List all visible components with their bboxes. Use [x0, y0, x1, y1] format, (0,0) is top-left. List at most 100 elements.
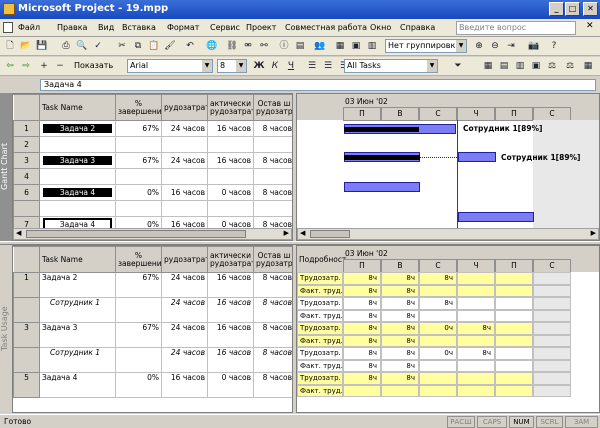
detail-cell[interactable]: 8ч	[381, 272, 419, 285]
help-search-input[interactable]: Введите вопрос	[456, 21, 576, 35]
chevron-down-icon[interactable]: ▼	[236, 60, 246, 72]
detail-cell[interactable]	[419, 359, 457, 372]
detail-cell[interactable]	[533, 334, 571, 347]
task-info-icon[interactable]: ⓘ	[278, 40, 290, 52]
actual-cell[interactable]: 16 часов	[207, 152, 254, 169]
col-task-name[interactable]: Task Name	[39, 94, 116, 121]
percent-cell[interactable]: 67%	[115, 152, 162, 169]
bold-button[interactable]: Ж	[253, 60, 265, 72]
percent-cell[interactable]: 67%	[115, 120, 162, 137]
close-doc-icon[interactable]: ✕	[586, 21, 594, 31]
scroll-thumb[interactable]	[310, 230, 350, 238]
detail-cell[interactable]	[533, 272, 571, 285]
show-menu-button[interactable]: Показать	[74, 61, 113, 70]
format-painter-icon[interactable]: 🖌	[164, 40, 176, 52]
save-icon[interactable]: 💾	[36, 40, 48, 52]
col-remaining[interactable]: Остав ш рудозатрат	[253, 246, 292, 273]
paste-icon[interactable]: 📋	[148, 40, 160, 52]
detail-cell[interactable]: 8ч	[457, 322, 495, 335]
undo-icon[interactable]: ↶	[184, 40, 196, 52]
entry-field[interactable]: Задача 4	[40, 79, 596, 91]
detail-cell[interactable]	[457, 384, 495, 397]
actual-cell[interactable]: 16 часов	[207, 322, 254, 348]
detail-cell[interactable]: 8ч	[343, 297, 381, 310]
detail-cell[interactable]	[495, 297, 533, 310]
detail-cell[interactable]	[533, 384, 571, 397]
work-cell[interactable]: 24 часов	[161, 152, 208, 169]
detail-cell[interactable]	[495, 334, 533, 347]
menu-file[interactable]: Файл	[18, 23, 40, 32]
resource-name-cell[interactable]: Сотрудник 1	[39, 297, 116, 323]
detail-cell[interactable]	[381, 384, 419, 397]
detail-cell[interactable]	[419, 309, 457, 322]
zoom-out-icon[interactable]: ⊖	[489, 40, 501, 52]
row-id[interactable]: 5	[13, 372, 40, 398]
cut-icon[interactable]: ✂	[116, 40, 128, 52]
align-center-icon[interactable]: ☰	[322, 60, 334, 72]
detail-cell[interactable]: 8ч	[381, 322, 419, 335]
chevron-down-icon[interactable]: ▼	[202, 60, 212, 72]
detail-cell[interactable]	[495, 322, 533, 335]
remaining-cell[interactable]: 8 часов	[253, 184, 292, 201]
tracking-icon-2[interactable]: ▥	[514, 60, 526, 72]
task-name-cell[interactable]: Задача 3	[39, 152, 116, 169]
zoom-in-icon[interactable]: ⊕	[473, 40, 485, 52]
preview-icon[interactable]: 🔍	[76, 40, 88, 52]
actual-cell[interactable]: 0 часов	[207, 372, 254, 398]
arrow-right-icon[interactable]: ⇨	[20, 60, 32, 72]
notes-icon[interactable]: ▤	[294, 40, 306, 52]
table-row[interactable]: 3 Задача 3 67% 24 часов 16 часов 8 часов	[13, 152, 292, 169]
detail-cell[interactable]: 8ч	[343, 272, 381, 285]
work-cell[interactable]	[161, 168, 208, 185]
link-icon[interactable]: ⛓	[226, 40, 238, 52]
detail-cell[interactable]	[457, 309, 495, 322]
work-cell[interactable]: 16 часов	[161, 372, 208, 398]
actual-cell[interactable]: 16 часов	[207, 272, 254, 298]
chevron-down-icon[interactable]: ▼	[427, 60, 437, 72]
work-cell[interactable]: 24 часов	[161, 272, 208, 298]
col-percent[interactable]: % завершения	[115, 94, 162, 121]
table-row[interactable]: 2	[13, 136, 292, 153]
detail-cell[interactable]	[533, 297, 571, 310]
actual-cell[interactable]	[207, 168, 254, 185]
task-name-cell[interactable]	[39, 200, 116, 217]
detail-cell[interactable]: 8ч	[381, 359, 419, 372]
split-icon[interactable]: ⚯	[258, 40, 270, 52]
detail-cell[interactable]	[457, 272, 495, 285]
minimize-button[interactable]: _	[549, 2, 564, 16]
actual-cell[interactable]: 16 часов	[207, 297, 254, 323]
actual-cell[interactable]: 0 часов	[207, 184, 254, 201]
assignment-row[interactable]: Сотрудник 1 24 часов 16 часов 8 часов	[13, 347, 292, 373]
detail-cell[interactable]: 8ч	[343, 334, 381, 347]
row-id[interactable]: 1	[13, 272, 40, 298]
chevron-down-icon[interactable]: ▼	[456, 40, 466, 52]
detail-cell[interactable]	[419, 284, 457, 297]
font-select[interactable]: Arial ▼	[127, 59, 213, 73]
col-work[interactable]: рудозатрат	[161, 94, 208, 121]
detail-cell[interactable]	[533, 347, 571, 360]
remaining-cell[interactable]: 8 часов	[253, 152, 292, 169]
detail-cell[interactable]: 8ч	[381, 372, 419, 385]
close-button[interactable]: ✕	[583, 2, 598, 16]
tracking-icon-3[interactable]: ▣	[530, 60, 542, 72]
italic-button[interactable]: К	[269, 60, 281, 72]
tracking-icon-1[interactable]: ▤	[498, 60, 510, 72]
menu-insert[interactable]: Вставка	[122, 23, 156, 32]
open-icon[interactable]: 📂	[20, 40, 32, 52]
detail-cell[interactable]	[495, 347, 533, 360]
col-actual[interactable]: актически рудозатрат	[207, 246, 254, 273]
resource-name-cell[interactable]: Сотрудник 1	[39, 347, 116, 373]
detail-cell[interactable]: 8ч	[381, 284, 419, 297]
detail-cell[interactable]	[533, 284, 571, 297]
col-work[interactable]: рудозатрат	[161, 246, 208, 273]
align-left-icon[interactable]: ☰	[306, 60, 318, 72]
group-select[interactable]: Нет группировки ▼	[385, 39, 467, 53]
detail-cell[interactable]	[419, 372, 457, 385]
menu-project[interactable]: Проект	[246, 23, 276, 32]
unlink-icon[interactable]: ⚮	[242, 40, 254, 52]
percent-cell[interactable]	[115, 136, 162, 153]
work-cell[interactable]: 24 часов	[161, 120, 208, 137]
row-id[interactable]	[13, 200, 40, 217]
gantt-bar-task3b[interactable]	[458, 152, 496, 162]
menu-collaborate[interactable]: Совместная работа	[285, 23, 367, 32]
